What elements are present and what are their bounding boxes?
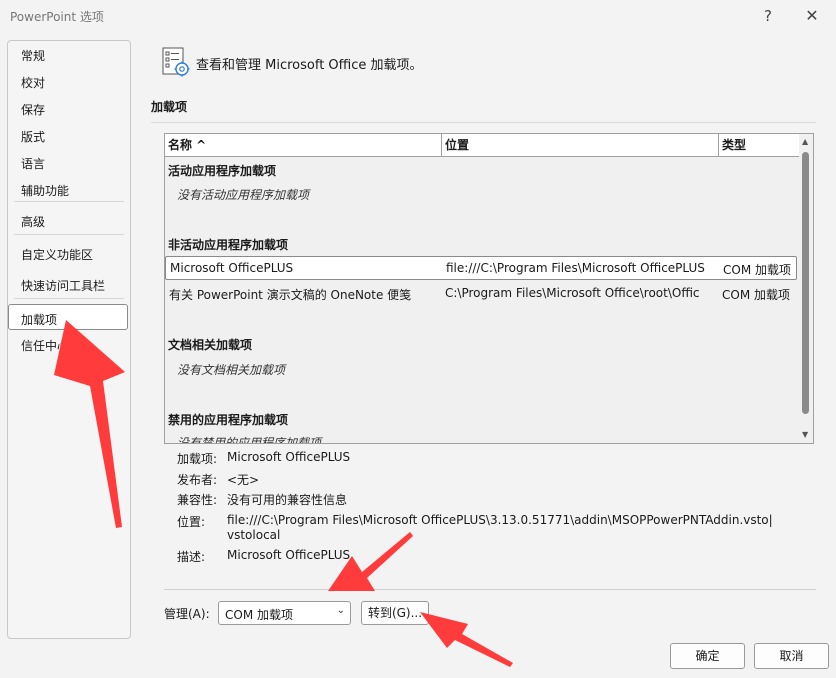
sidebar-item-general[interactable]: 常规 (21, 47, 45, 64)
empty-document-text: 没有文档相关加载项 (177, 363, 286, 377)
detail-compat-label: 兼容性: (177, 493, 218, 507)
page-description: 查看和管理 Microsoft Office 加载项。 (196, 58, 423, 73)
column-header-type[interactable]: 类型 (719, 134, 799, 156)
cell-location: C:\Program Files\Microsoft Office\root\O… (445, 286, 700, 300)
detail-publisher-label: 发布者: (177, 473, 218, 487)
footer-divider (164, 589, 816, 590)
sidebar-item-addins[interactable]: 加载项 (21, 311, 57, 328)
ok-button[interactable]: 确定 (670, 643, 745, 669)
detail-addin-value: Microsoft OfficePLUS (227, 450, 351, 464)
table-scrollbar[interactable]: ▲ ▼ (799, 134, 813, 443)
detail-location-label: 位置: (177, 515, 206, 529)
detail-addin-label: 加载项: (177, 452, 218, 466)
sidebar-item-quick-access-toolbar[interactable]: 快速访问工具栏 (21, 277, 105, 294)
title-bar: PowerPoint 选项 ? ✕ (0, 0, 836, 32)
empty-disabled-text: 没有禁用的应用程序加载项 (177, 436, 322, 444)
manage-label: 管理(A): (164, 607, 210, 621)
detail-desc-value: Microsoft OfficePLUS (227, 548, 351, 562)
cell-type: COM 加载项 (723, 263, 791, 277)
table-row[interactable]: 有关 PowerPoint 演示文稿的 OneNote 便笺 C:\Progra… (165, 282, 797, 306)
cell-location: file:///C:\Program Files\Microsoft Offic… (446, 261, 705, 275)
go-button[interactable]: 转到(G)... (361, 601, 429, 625)
table-row[interactable]: Microsoft OfficePLUS file:///C:\Program … (165, 256, 797, 280)
column-header-location[interactable]: 位置 (442, 134, 719, 156)
detail-compat-value: 没有可用的兼容性信息 (227, 493, 348, 507)
annotation-arrow-go (420, 612, 513, 667)
detail-location-value: file:///C:\Program Files\Microsoft Offic… (227, 513, 773, 527)
addins-table: 名称 ^ 位置 类型 活动应用程序加载项 没有活动应用程序加载项 非活动应用程序… (164, 133, 814, 444)
section-title: 加载项 (151, 100, 188, 114)
group-title-active: 活动应用程序加载项 (168, 164, 277, 178)
manage-selected-value: COM 加载项 (225, 608, 293, 622)
sidebar-item-advanced[interactable]: 高级 (21, 213, 45, 230)
cell-name: 有关 PowerPoint 演示文稿的 OneNote 便笺 (169, 288, 412, 302)
column-header-name[interactable]: 名称 ^ (165, 134, 442, 156)
sidebar-item-layout[interactable]: 版式 (21, 128, 45, 145)
scrollbar-thumb[interactable] (802, 152, 809, 414)
window-title: PowerPoint 选项 (10, 10, 104, 24)
addins-gear-icon (162, 47, 190, 77)
empty-active-text: 没有活动应用程序加载项 (177, 188, 310, 202)
sidebar-item-proofing[interactable]: 校对 (21, 74, 45, 91)
sidebar-divider (14, 201, 124, 202)
sidebar-item-accessibility[interactable]: 辅助功能 (21, 182, 69, 199)
section-divider (151, 122, 816, 123)
cell-type: COM 加载项 (722, 288, 790, 302)
sidebar-item-save[interactable]: 保存 (21, 101, 45, 118)
group-title-disabled: 禁用的应用程序加载项 (168, 413, 289, 427)
sidebar-item-trust-center[interactable]: 信任中心 (21, 337, 69, 354)
sidebar-divider (14, 298, 124, 299)
detail-desc-label: 描述: (177, 550, 206, 564)
table-header: 名称 ^ 位置 类型 (165, 134, 799, 157)
cancel-button[interactable]: 取消 (754, 643, 829, 669)
close-button[interactable]: ✕ (800, 4, 824, 28)
detail-publisher-value: <无> (227, 473, 260, 487)
help-button[interactable]: ? (758, 4, 778, 28)
group-title-document: 文档相关加载项 (168, 338, 253, 352)
group-title-inactive: 非活动应用程序加载项 (168, 238, 289, 252)
sidebar-divider (14, 234, 124, 235)
options-sidebar: 常规 校对 保存 版式 语言 辅助功能 高级 自定义功能区 快速访问工具栏 加载… (7, 40, 131, 639)
manage-dropdown[interactable]: COM 加载项 ⌄ (218, 601, 351, 625)
detail-location-value-cont: vstolocal (227, 528, 281, 542)
sidebar-item-customize-ribbon[interactable]: 自定义功能区 (21, 246, 93, 263)
scroll-down-icon[interactable]: ▼ (802, 430, 808, 439)
cell-name: Microsoft OfficePLUS (170, 261, 294, 275)
chevron-down-icon: ⌄ (336, 605, 345, 616)
scroll-up-icon[interactable]: ▲ (802, 137, 808, 146)
sidebar-item-language[interactable]: 语言 (21, 155, 45, 172)
